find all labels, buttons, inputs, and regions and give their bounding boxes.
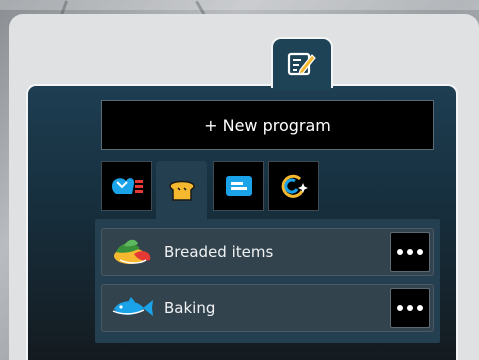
program-label: Baking [164, 299, 216, 317]
edit-tab[interactable] [271, 37, 333, 88]
dot [407, 305, 413, 311]
edit-icon [287, 52, 316, 75]
dot [417, 249, 423, 255]
background-strip [0, 0, 479, 10]
dot [397, 305, 403, 311]
tab-bakery[interactable] [156, 161, 207, 219]
edit-tab-join [273, 84, 331, 90]
combination-cooking-icon [111, 178, 143, 194]
dot [397, 249, 403, 255]
new-program-button[interactable]: + New program [101, 100, 434, 150]
dot [417, 305, 423, 311]
program-item-breaded[interactable]: Breaded items [101, 228, 434, 276]
program-label: Breaded items [164, 243, 274, 261]
tab-custom[interactable] [213, 161, 264, 211]
fish-icon [112, 297, 153, 316]
dot [407, 249, 413, 255]
sparkle-cycle-icon [281, 174, 308, 198]
breaded-vegetables-icon [114, 239, 151, 264]
more-options-button[interactable] [390, 232, 430, 272]
tab-special[interactable] [268, 161, 319, 211]
more-options-button[interactable] [390, 288, 430, 328]
program-item-baking[interactable]: Baking [101, 284, 434, 332]
bread-icon [168, 180, 195, 201]
list-card-icon [225, 176, 252, 196]
tab-combination[interactable] [101, 161, 152, 211]
